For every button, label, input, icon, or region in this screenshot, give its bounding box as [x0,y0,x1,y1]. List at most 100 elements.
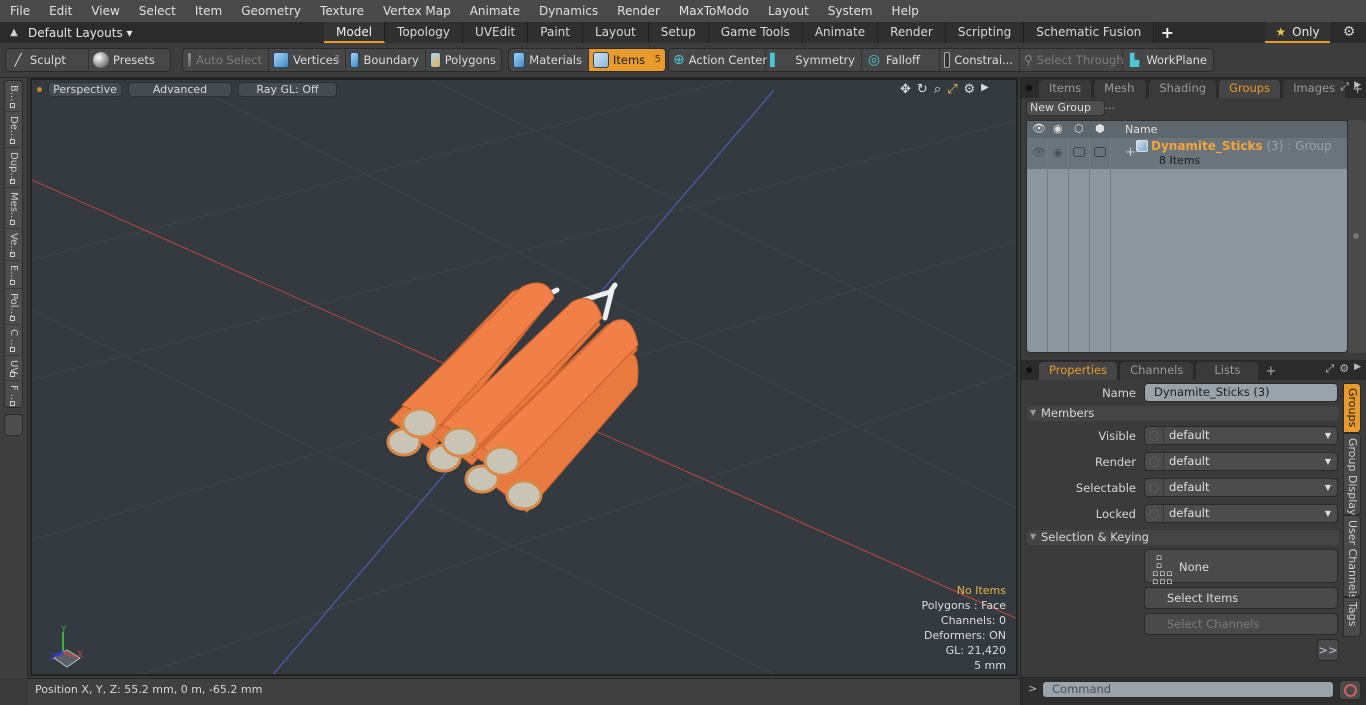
expand-group-icon[interactable]: + [1125,145,1136,160]
visible-select[interactable]: default ▼ [1144,426,1338,445]
falloff-button[interactable]: ◎ Falloff [862,49,940,71]
ray-gl-button[interactable]: Ray GL: Off [238,82,337,97]
tab-properties[interactable]: Properties [1039,362,1118,380]
selectable-icon[interactable]: ⬡ [1074,122,1084,135]
tab-images[interactable]: Images [1283,80,1346,98]
left-tab-deform[interactable]: De... [5,112,22,148]
menu-dynamics[interactable]: Dynamics [529,0,607,22]
pan-icon[interactable]: ✥ [900,82,911,97]
left-tab-fusion[interactable]: F ... [5,381,22,409]
vertices-button[interactable]: Vertices 1 [269,49,346,71]
left-tab-edge[interactable]: E... [5,261,22,289]
none-button[interactable]: ▫ ▫ ▫▫▫ ▫▫▫ None [1144,549,1338,587]
view-mode-button[interactable]: Perspective [48,82,122,97]
only-button[interactable]: ★ Only [1265,22,1330,43]
locked-select[interactable]: default ▼ [1144,504,1338,523]
name-field[interactable]: Dynamite_Sticks (3) [1144,383,1338,402]
panel-menu-dot[interactable] [1026,85,1032,91]
zoom-icon[interactable]: ⌕ [934,82,941,97]
shading-mode-button[interactable]: Advanced [128,82,232,97]
tab-animate[interactable]: Animate [802,22,879,43]
auto-select-button[interactable]: Auto Select [183,49,269,71]
panel-menu-dot[interactable] [1026,367,1032,373]
selectable-select[interactable]: default ▼ [1144,478,1338,497]
new-group-button[interactable]: New Group [1026,100,1105,116]
workplane-button[interactable]: ▙ WorkPlane [1123,49,1213,71]
side-tab-groups[interactable]: Groups [1343,383,1361,433]
left-extra-tab[interactable] [4,414,23,436]
symmetry-button[interactable]: ▌ Symmetry [766,49,862,71]
group-name[interactable]: Dynamite_Sticks (3) : Group [1151,139,1332,153]
items-button[interactable]: Items 5 [589,49,665,71]
gear-icon[interactable]: ⚙ [1338,22,1360,43]
sculpt-button[interactable]: ╱ Sculpt [6,49,89,71]
render-camera-icon[interactable]: ◉ [1053,122,1063,135]
select-items-button[interactable]: Select Items [1144,587,1338,609]
left-tab-curve[interactable]: C ... [5,325,22,356]
left-tab-mesh-edit[interactable]: Mes... [5,188,22,229]
selection-keying-section[interactable]: ▼ Selection & Keying [1027,530,1339,545]
maximize-icon[interactable]: ⤢ [1325,362,1334,376]
visibility-toggle-icon[interactable]: 👁 [1032,146,1046,159]
tab-shading[interactable]: Shading [1149,80,1217,98]
left-tab-uv[interactable]: UV [5,356,22,381]
gear-icon[interactable]: ⚙ [964,82,976,97]
tab-topology[interactable]: Topology [385,22,464,43]
members-section[interactable]: ▼ Members [1027,406,1339,421]
tab-render[interactable]: Render [878,22,946,43]
left-tab-polygon[interactable]: Pol... [5,289,22,325]
side-tab-tags[interactable]: Tags [1343,597,1361,637]
expand-arrow-icon[interactable]: ▶ [981,82,989,97]
lock-toggle[interactable] [1094,147,1106,157]
group-row[interactable]: 👁 ◉ + Dynamite_Sticks (3) : Group 8 Item… [1027,138,1347,169]
3d-viewport[interactable]: Y X Z Perspective Advanced Ray GL: Off ✥… [30,78,1018,676]
add-panel-tab-button[interactable]: + [1261,363,1280,380]
side-tab-group-display[interactable]: Group Display [1343,433,1361,516]
menu-maxtomodo[interactable]: MaxToModo [669,0,758,22]
lock-icon[interactable]: ⬢ [1095,122,1105,135]
left-tab-vertex[interactable]: Ve... [5,229,22,261]
action-center-button[interactable]: ⊕ Action Center [669,49,767,71]
tab-uvedit[interactable]: UVEdit [463,22,529,43]
tab-mesh[interactable]: Mesh ... [1094,80,1147,112]
menu-file[interactable]: File [0,0,39,22]
selectable-toggle[interactable] [1073,147,1085,157]
tab-game-tools[interactable]: Game Tools [708,22,803,43]
add-tab-button[interactable]: + [1154,23,1180,42]
tab-model[interactable]: Model [324,22,386,43]
maximize-icon[interactable]: ⤢ [1340,80,1349,94]
tab-layout[interactable]: Layout [582,22,649,43]
render-toggle-icon[interactable]: ◉ [1053,146,1063,159]
collapse-arrow-icon[interactable]: ▲ [0,27,28,38]
menu-view[interactable]: View [81,0,128,22]
boundary-button[interactable]: Boundary [346,49,426,71]
menu-help[interactable]: Help [882,0,928,22]
side-tab-user-channels[interactable]: User Channels [1343,515,1361,599]
menu-render[interactable]: Render [607,0,669,22]
tab-channels[interactable]: Channels [1120,362,1194,380]
tab-lists[interactable]: Lists [1196,362,1259,380]
tab-scripting[interactable]: Scripting [945,22,1025,43]
layout-select[interactable]: Default Layouts ▾ [28,26,324,40]
menu-item[interactable]: Item [185,0,231,22]
select-through-button[interactable]: ⚲ Select Through [1020,49,1124,71]
rotate-icon[interactable]: ↻ [917,82,928,97]
expand-arrow-icon[interactable]: ▶ [1354,80,1361,94]
presets-button[interactable]: Presets [89,49,170,71]
select-channels-button[interactable]: Select Channels [1144,613,1338,635]
render-select[interactable]: default ▼ [1144,452,1338,471]
viewport-menu-dot[interactable] [37,87,42,92]
left-tab-duplicate[interactable]: Dup... [5,148,22,188]
gear-icon[interactable]: ⚙ [1339,362,1349,376]
expand-arrow-icon[interactable]: ▶ [1354,362,1361,376]
menu-vertex-map[interactable]: Vertex Map [373,0,460,22]
groups-list-scrollbar[interactable] [1348,120,1366,353]
polygons-button[interactable]: Polygons [426,49,501,71]
record-button[interactable] [1339,680,1361,700]
materials-button[interactable]: Materials [509,49,589,71]
left-tab-basic[interactable]: B... [5,81,22,112]
menu-animate[interactable]: Animate [460,0,529,22]
maximize-icon[interactable]: ⤢ [947,82,957,97]
menu-geometry[interactable]: Geometry [231,0,310,22]
tab-groups[interactable]: Groups [1219,80,1281,98]
